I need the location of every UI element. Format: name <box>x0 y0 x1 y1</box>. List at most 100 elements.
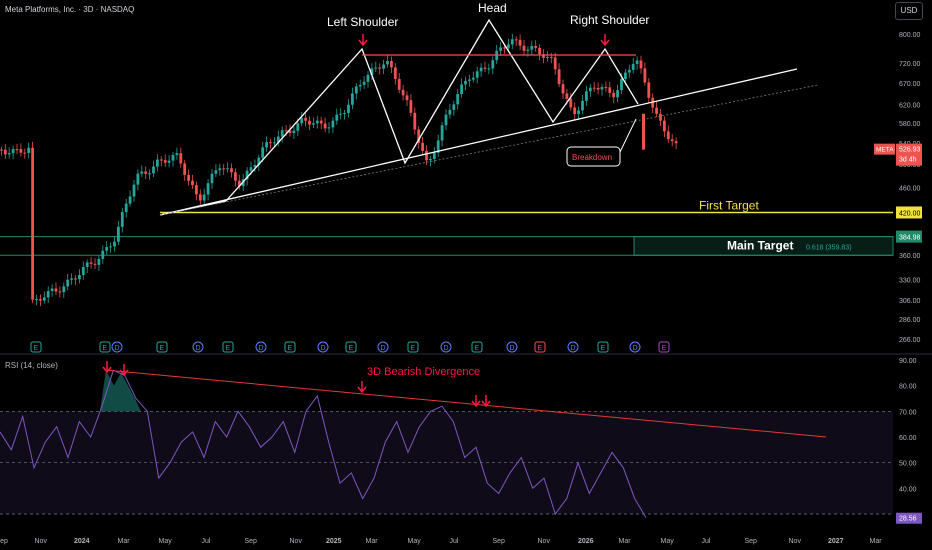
candle <box>670 139 674 142</box>
candle <box>335 114 339 121</box>
candle <box>97 258 101 265</box>
candle <box>304 117 307 121</box>
price-tick-label: 266.00 <box>899 337 921 344</box>
time-tick-label: Jul <box>702 538 711 545</box>
candle <box>351 93 354 105</box>
candle <box>499 47 502 51</box>
candle <box>390 61 393 68</box>
candle <box>128 196 132 204</box>
main-target-label: Main Target <box>727 239 793 253</box>
candle <box>624 72 627 79</box>
earnings-marker-text: E <box>288 345 293 352</box>
candle <box>475 71 479 78</box>
candle <box>608 87 612 93</box>
left-shoulder-label: Left Shoulder <box>327 15 398 29</box>
candle <box>319 120 323 124</box>
candle <box>269 142 272 144</box>
rsi-tick-label: 70.00 <box>899 409 917 416</box>
divergence-label: 3D Bearish Divergence <box>367 366 480 378</box>
candle <box>3 149 7 155</box>
candle <box>54 288 58 292</box>
time-tick-label: Nov <box>35 538 48 545</box>
candle <box>159 159 163 161</box>
candle <box>27 147 31 153</box>
candle <box>596 88 600 90</box>
candle <box>78 275 81 280</box>
candle <box>386 61 389 65</box>
candle <box>627 69 631 73</box>
first-target-badge-text: 420.00 <box>899 210 921 217</box>
price-tick-label: 800.00 <box>899 32 921 39</box>
candle <box>343 112 346 114</box>
candle <box>0 149 3 151</box>
candle <box>518 39 522 46</box>
candle <box>308 120 311 125</box>
currency-button[interactable]: USD <box>895 2 923 20</box>
candle <box>592 87 596 89</box>
candle <box>105 246 109 251</box>
candle <box>7 153 11 155</box>
candle <box>464 80 467 85</box>
time-tick-label: May <box>159 538 173 545</box>
time-tick-label: Nov <box>290 538 303 545</box>
time-tick-label: 2024 <box>74 538 90 545</box>
fib-label: 0.618 (359.83) <box>806 245 852 252</box>
candle <box>374 67 378 69</box>
candle <box>23 152 27 154</box>
candle <box>444 114 448 126</box>
candle <box>331 120 335 128</box>
candle <box>487 68 491 70</box>
candle <box>70 278 73 280</box>
head-label: Head <box>478 1 507 15</box>
candle <box>448 109 452 115</box>
candle <box>249 167 253 171</box>
candle <box>382 64 385 69</box>
candle <box>273 142 276 144</box>
candle <box>218 168 222 171</box>
candle <box>347 104 350 113</box>
rsi-title: RSI (14, close) <box>5 361 58 370</box>
candle <box>429 158 432 161</box>
candle <box>183 163 187 175</box>
time-tick-label: May <box>408 538 422 545</box>
candle <box>296 123 300 131</box>
chart-canvas: Main Target 0.618 (359.83) First Target Lef… <box>0 1 932 545</box>
earnings-marker-text: E <box>538 345 543 352</box>
candle <box>452 104 456 110</box>
dividend-marker-text: D <box>381 345 386 352</box>
candle <box>432 152 436 159</box>
price-tick-label: 620.00 <box>899 103 921 110</box>
candle <box>89 262 93 264</box>
candle <box>42 297 46 301</box>
candle <box>401 89 405 96</box>
candle <box>327 127 331 129</box>
candle <box>647 82 651 98</box>
dividend-marker-text: D <box>196 345 201 352</box>
candle <box>167 160 171 163</box>
candle <box>468 79 471 81</box>
time-tick-label: Mar <box>619 538 632 545</box>
candle <box>93 263 97 265</box>
candle <box>600 87 604 90</box>
candle <box>409 100 413 113</box>
time-tick-label: 2026 <box>578 538 594 545</box>
candle <box>292 130 296 134</box>
pattern-zigzag <box>225 18 639 202</box>
candle <box>191 180 194 186</box>
price-tick-label: 330.00 <box>899 277 921 284</box>
candle <box>74 278 77 280</box>
candle <box>39 299 42 301</box>
neckline-dotted <box>159 84 819 216</box>
earnings-marker-text: E <box>662 345 667 352</box>
candle <box>460 84 463 94</box>
candle <box>175 153 179 155</box>
candle <box>397 79 401 90</box>
candle <box>569 98 573 108</box>
candle <box>514 39 518 41</box>
candle <box>210 173 214 184</box>
candle <box>214 170 218 174</box>
time-tick-label: Jul <box>450 538 459 545</box>
dividend-marker-text: D <box>571 345 576 352</box>
candle <box>31 147 34 300</box>
candle <box>202 194 206 201</box>
